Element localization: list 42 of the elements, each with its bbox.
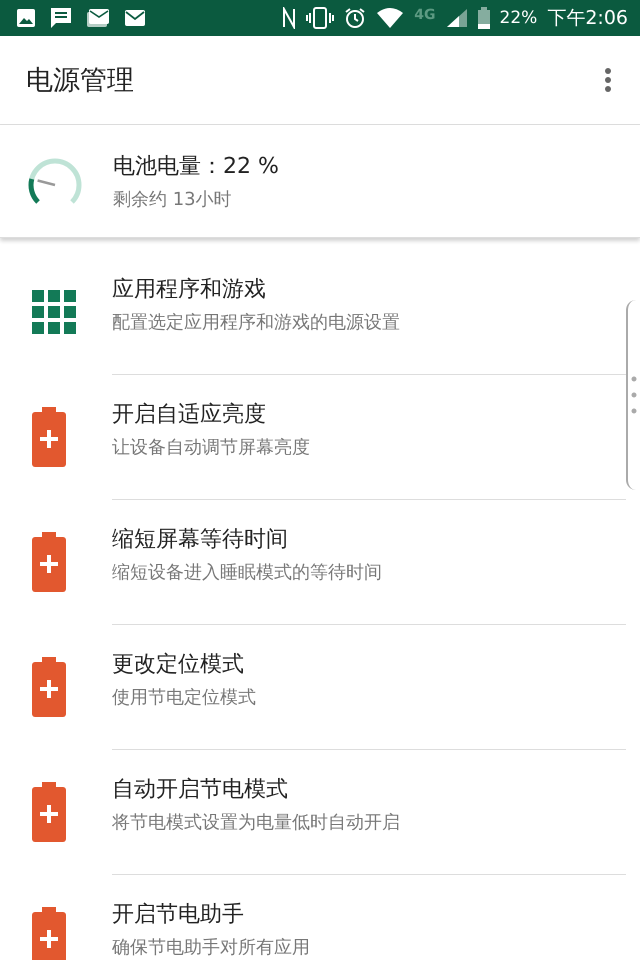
item-title: 应用程序和游戏	[112, 276, 267, 304]
dots-icon	[631, 375, 637, 415]
message-icon	[50, 7, 72, 29]
item-title: 自动开启节电模式	[112, 776, 289, 804]
settings-item[interactable]: 开启自适应亮度 让设备自动调节屏幕亮度	[112, 375, 626, 500]
settings-item[interactable]: 自动开启节电模式 将节电模式设置为电量低时自动开启	[112, 750, 626, 875]
remaining-time: 剩余约 13小时	[113, 188, 233, 211]
battery-level-title: 电池电量：22 %	[113, 153, 279, 181]
battery-percent: 22%	[500, 8, 538, 28]
vibrate-icon	[306, 7, 334, 29]
item-title: 更改定位模式	[112, 651, 245, 679]
item-description: 将节电模式设置为电量低时自动开启	[112, 811, 400, 834]
battery-icon	[478, 7, 490, 29]
item-title: 开启自适应亮度	[112, 401, 267, 429]
item-description: 确保节电助手对所有应用	[112, 936, 310, 959]
battery-gauge-icon	[27, 157, 83, 205]
alarm-icon	[344, 7, 366, 29]
battery-plus-icon	[32, 782, 66, 842]
item-description: 让设备自动调节屏幕亮度	[112, 436, 310, 459]
settings-item[interactable]: 缩短屏幕等待时间 缩短设备进入睡眠模式的等待时间	[112, 500, 626, 625]
item-description: 配置选定应用程序和游戏的电源设置	[112, 311, 400, 334]
page-title: 电源管理	[26, 64, 134, 98]
wifi-icon	[376, 7, 404, 29]
item-description: 使用节电定位模式	[112, 686, 256, 709]
battery-plus-icon	[32, 532, 66, 592]
item-title: 开启节电助手	[112, 901, 245, 929]
settings-item[interactable]: 开启节电助手 确保节电助手对所有应用	[112, 875, 626, 960]
network-type: 4G	[414, 7, 436, 23]
settings-item[interactable]: 应用程序和游戏 配置选定应用程序和游戏的电源设置	[112, 250, 626, 375]
settings-item[interactable]: 更改定位模式 使用节电定位模式	[112, 625, 626, 750]
nfc-icon	[282, 7, 296, 29]
battery-plus-icon	[32, 407, 66, 467]
more-options-icon[interactable]	[604, 67, 612, 93]
mail-icon	[124, 9, 146, 27]
mail-icon	[86, 8, 110, 28]
app-grid-icon	[32, 290, 76, 334]
item-description: 缩短设备进入睡眠模式的等待时间	[112, 561, 382, 584]
clock-time: 下午2:06	[547, 6, 628, 31]
image-icon	[16, 8, 36, 28]
item-title: 缩短屏幕等待时间	[112, 526, 289, 554]
signal-icon	[446, 8, 468, 28]
battery-plus-icon	[32, 657, 66, 717]
